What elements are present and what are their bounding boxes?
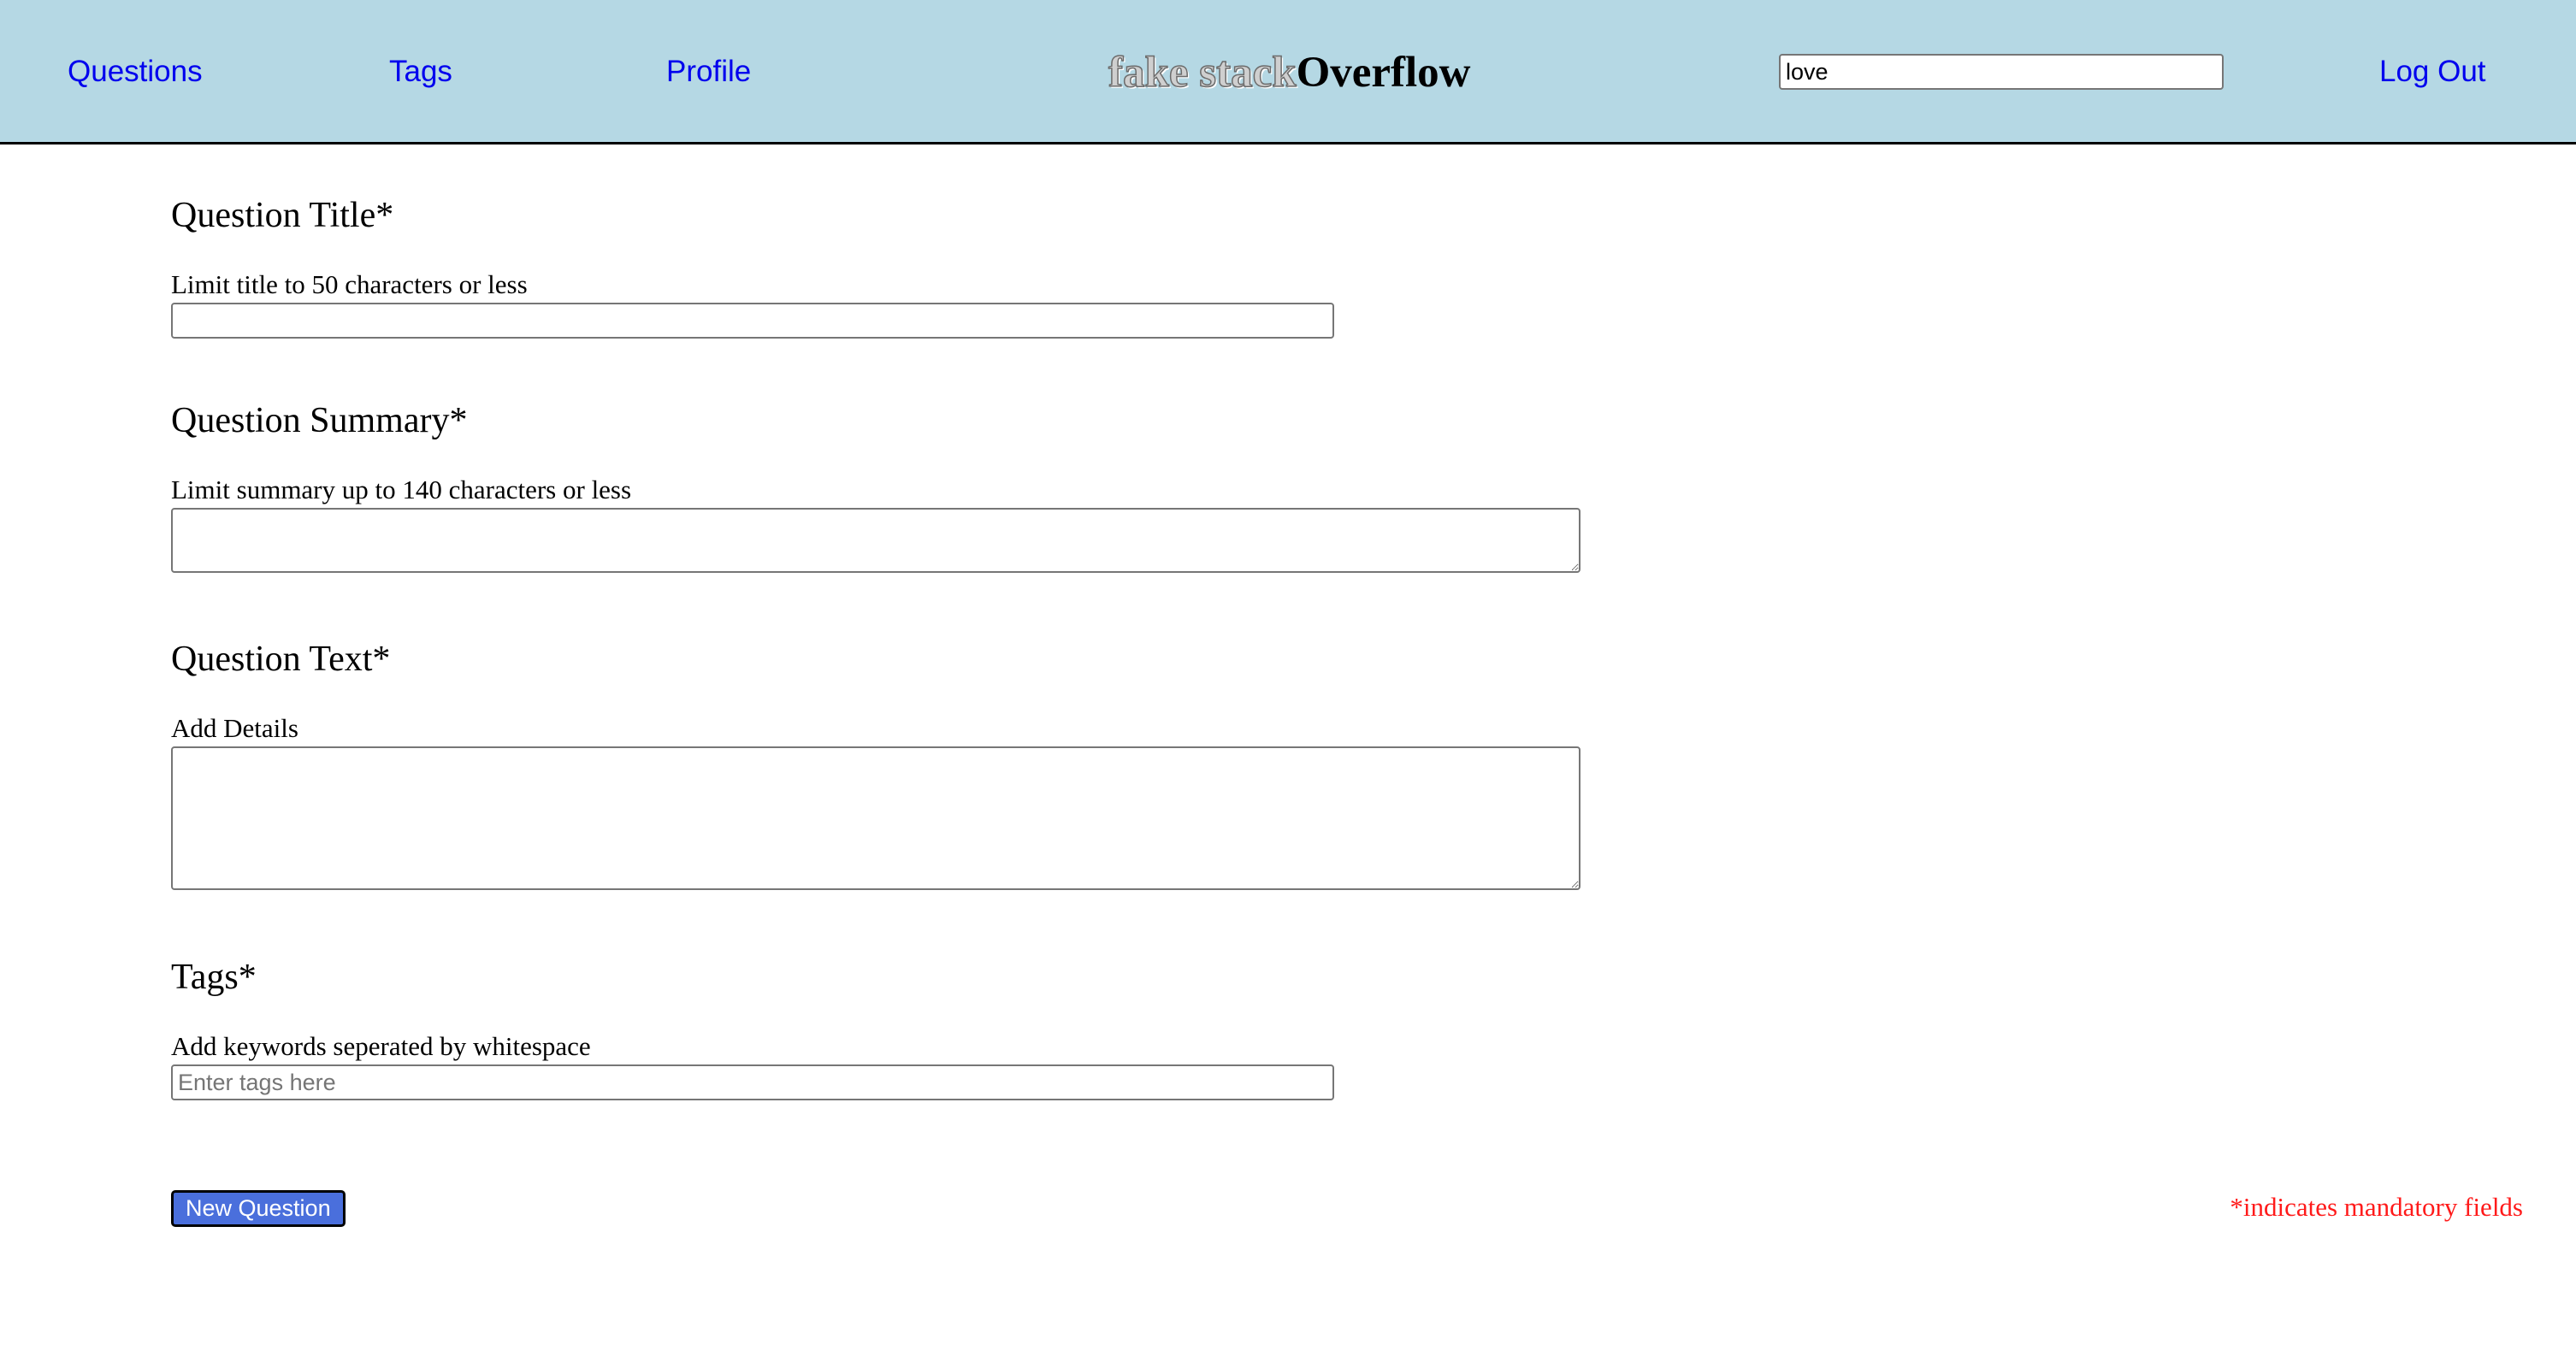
question-summary-hint: Limit summary up to 140 characters or le… <box>171 475 632 504</box>
question-title-heading: Question Title* <box>171 196 394 235</box>
question-title-hint: Limit title to 50 characters or less <box>171 269 528 299</box>
tags-hint: Add keywords seperated by whitespace <box>171 1031 591 1061</box>
question-title-input[interactable] <box>171 303 1334 339</box>
question-text-textarea[interactable] <box>171 746 1580 890</box>
new-question-button[interactable]: New Question <box>171 1190 346 1227</box>
tags-heading: Tags* <box>171 958 257 997</box>
search-input[interactable] <box>1779 54 2224 90</box>
question-summary-heading: Question Summary* <box>171 401 468 440</box>
question-text-hint: Add Details <box>171 713 298 743</box>
nav-link-questions[interactable]: Questions <box>68 53 203 91</box>
question-text-heading: Question Text* <box>171 640 391 679</box>
tags-input[interactable] <box>171 1064 1334 1100</box>
nav-link-tags[interactable]: Tags <box>389 53 452 91</box>
mandatory-fields-note: *indicates mandatory fields <box>2230 1192 2523 1222</box>
top-navigation-bar: Questions Tags Profile fake stackOverflo… <box>0 0 2576 144</box>
logo-prefix: fake stack <box>1108 48 1297 97</box>
question-summary-textarea[interactable] <box>171 508 1580 573</box>
site-logo: fake stackOverflow <box>1108 44 1471 101</box>
logout-link[interactable]: Log Out <box>2379 53 2486 91</box>
nav-link-profile[interactable]: Profile <box>666 53 751 91</box>
logo-main: Overflow <box>1296 49 1471 97</box>
